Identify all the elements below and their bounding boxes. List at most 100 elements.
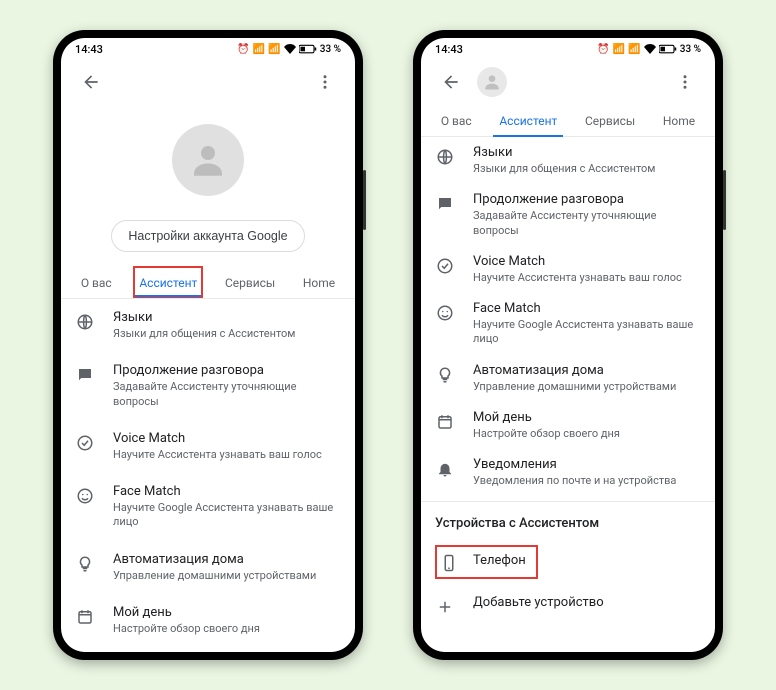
chat-icon (435, 194, 455, 214)
battery-pct: 33 % (680, 44, 701, 55)
status-icons: ⏰ 📶 📶 33 % (237, 44, 341, 55)
screen: 14:43 ⏰ 📶 📶 33 % (61, 38, 355, 652)
tab-services[interactable]: Сервисы (219, 266, 281, 298)
bell-icon (435, 459, 455, 479)
item-sub: Научите Ассистента узнавать ваш голос (473, 271, 701, 285)
item-continued-conversation[interactable]: Продолжение разговора Задавайте Ассистент… (61, 352, 355, 420)
signal-icon: 📶 (268, 44, 280, 55)
phone-icon (439, 553, 459, 573)
item-voice-match[interactable]: Voice Match Научите Ассистента узнавать в… (421, 246, 715, 293)
globe-icon (435, 147, 455, 167)
item-sub: Языки для общения с Ассистентом (113, 327, 341, 341)
wifi-icon (644, 44, 656, 54)
item-my-day[interactable]: Мой деньНастройте обзор своего дня (421, 402, 715, 449)
item-languages[interactable]: Языки Языки для общения с Ассистентом (421, 137, 715, 184)
back-button[interactable] (73, 64, 109, 100)
profile-avatar (172, 124, 244, 196)
status-time: 14:43 (75, 43, 103, 56)
item-add-device[interactable]: Добавьте устройство (421, 587, 715, 625)
plus-icon (435, 597, 455, 617)
item-title: Добавьте устройство (473, 595, 701, 610)
status-icons: ⏰ 📶 📶 33 % (597, 44, 701, 55)
app-bar (421, 60, 715, 104)
item-home-automation[interactable]: Автоматизация дома Управление домашними у… (61, 541, 355, 594)
item-sub: Настройте обзор своего дня (113, 622, 341, 636)
signal-icon: 📶 (253, 44, 265, 55)
item-sub: Задавайте Ассистенту уточняющие вопросы (113, 380, 341, 409)
item-title: Voice Match (113, 431, 341, 446)
battery-pct: 33 % (320, 44, 341, 55)
phone-mockup-right: 14:43 ⏰ 📶 📶 33 % (413, 30, 723, 660)
status-bar: 14:43 ⏰ 📶 📶 33 % (421, 38, 715, 60)
settings-list: Языки Языки для общения с Ассистентом Про… (421, 137, 715, 652)
screen: 14:43 ⏰ 📶 📶 33 % (421, 38, 715, 652)
more-button[interactable] (307, 64, 343, 100)
chat-icon (75, 365, 95, 385)
alarm-icon: ⏰ (597, 44, 609, 55)
check-circle-icon (435, 256, 455, 276)
section-devices: Устройства с Ассистентом (421, 501, 715, 537)
calendar-icon (75, 607, 95, 627)
item-continued-conversation[interactable]: Продолжение разговора Задавайте Ассистент… (421, 184, 715, 246)
wifi-icon (284, 44, 296, 54)
tab-about[interactable]: О вас (75, 266, 118, 298)
battery-icon (299, 44, 317, 54)
item-face-match[interactable]: Face Match Научите Google Ассистента узна… (61, 473, 355, 541)
tabs: О вас Ассистент Сервисы Home (421, 104, 715, 137)
tab-home[interactable]: Home (297, 266, 341, 298)
item-sub: Уведомления по почте и на устройства (473, 474, 701, 488)
item-title: Языки (473, 145, 701, 160)
calendar-icon (435, 412, 455, 432)
item-sub: Настройте обзор своего дня (473, 427, 701, 441)
item-home-automation[interactable]: Автоматизация домаУправление домашними у… (421, 355, 715, 402)
item-title: Языки (113, 310, 341, 325)
item-voice-match[interactable]: Voice Match Научите Ассистента узнавать в… (61, 420, 355, 473)
item-sub: Научите Google Ассистента узнавать ваше … (113, 501, 341, 530)
item-title: Продолжение разговора (473, 192, 701, 207)
phone-mockup-left: 14:43 ⏰ 📶 📶 33 % (53, 30, 363, 660)
item-title: Face Match (113, 484, 341, 499)
more-button[interactable] (667, 64, 703, 100)
google-account-settings-button[interactable]: Настройки аккаунта Google (111, 220, 304, 252)
item-title: Телефон (473, 553, 526, 568)
item-sub: Управление домашними устройствами (113, 569, 341, 583)
signal-icon: 📶 (628, 44, 640, 55)
item-title: Продолжение разговора (113, 363, 341, 378)
item-title: Автоматизация дома (473, 363, 701, 378)
item-title: Уведомления (473, 457, 701, 472)
tabs: О вас Ассистент Сервисы Home (61, 266, 355, 299)
back-button[interactable] (433, 64, 469, 100)
item-sub: Научите Google Ассистента узнавать ваше … (473, 318, 701, 347)
item-phone[interactable]: Телефон (421, 537, 715, 587)
item-title: Автоматизация дома (113, 552, 341, 567)
alarm-icon: ⏰ (237, 44, 249, 55)
signal-icon: 📶 (613, 44, 625, 55)
battery-icon (659, 44, 677, 54)
lightbulb-icon (435, 365, 455, 385)
item-sub: Научите Ассистента узнавать ваш голос (113, 448, 341, 462)
highlight-box: Телефон (435, 545, 538, 579)
item-title: Мой день (113, 605, 341, 620)
item-face-match[interactable]: Face Match Научите Google Ассистента узна… (421, 293, 715, 355)
item-sub: Языки для общения с Ассистентом (473, 162, 701, 176)
item-my-day[interactable]: Мой день Настройте обзор своего дня (61, 594, 355, 647)
item-sub: Задавайте Ассистенту уточняющие вопросы (473, 209, 701, 238)
tab-about[interactable]: О вас (435, 104, 478, 136)
profile-avatar-small[interactable] (477, 67, 507, 97)
tab-home[interactable]: Home (657, 104, 701, 136)
status-time: 14:43 (435, 43, 463, 56)
item-title: Voice Match (473, 254, 701, 269)
face-icon (75, 486, 95, 506)
item-languages[interactable]: Языки Языки для общения с Ассистентом (61, 299, 355, 352)
item-notifications[interactable]: Уведомления Уведомления по почте и на уст… (421, 449, 715, 496)
lightbulb-icon (75, 554, 95, 574)
app-bar (61, 60, 355, 104)
face-icon (435, 303, 455, 323)
item-title: Face Match (473, 301, 701, 316)
settings-list: Языки Языки для общения с Ассистентом Про… (61, 299, 355, 652)
check-circle-icon (75, 433, 95, 453)
tab-services[interactable]: Сервисы (579, 104, 641, 136)
status-bar: 14:43 ⏰ 📶 📶 33 % (61, 38, 355, 60)
tab-assistant[interactable]: Ассистент (133, 266, 203, 298)
tab-assistant[interactable]: Ассистент (493, 104, 563, 136)
